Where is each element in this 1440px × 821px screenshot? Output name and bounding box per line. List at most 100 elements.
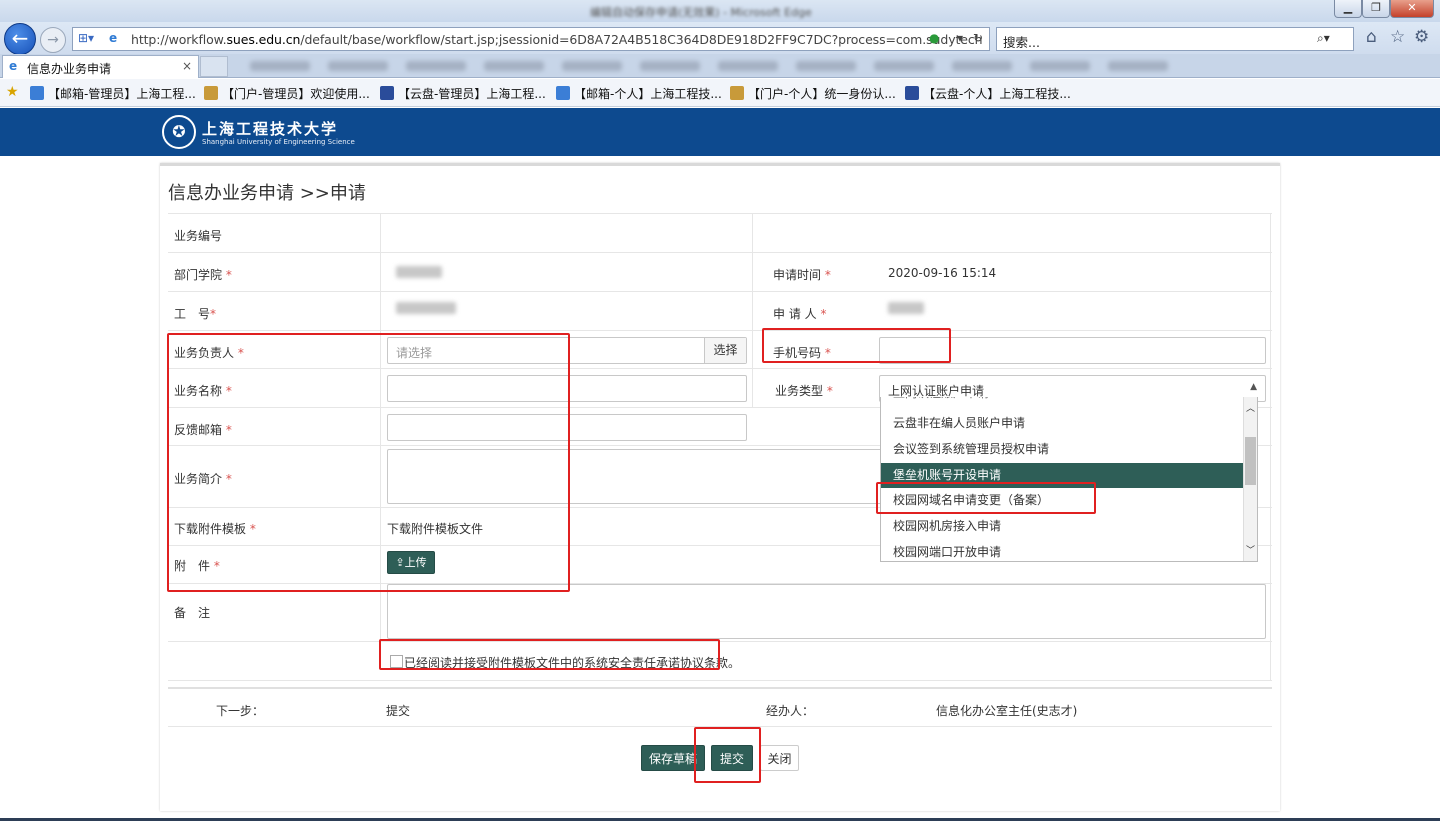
portal-icon [730,86,744,100]
back-button[interactable]: ← [4,23,36,55]
phone-input[interactable] [879,337,1266,364]
dept-label: 部门学院 * [174,268,232,282]
dropdown-option[interactable]: 会议签到系统管理员授权申请 [881,437,1253,462]
favorite-item[interactable]: 【云盘-个人】上海工程技... [905,85,1071,102]
tab-label: 信息办业务申请 [27,62,112,76]
form-row: 业务编号 [168,213,1272,252]
intro-textarea[interactable] [387,449,887,504]
tab-active[interactable]: e 信息办业务申请 × [2,55,199,78]
form-row: 业务负责人 * 请选择 选择 手机号码 * [168,330,1272,368]
favorites-star-icon[interactable]: ☆ [1390,27,1405,47]
compat-status-icon[interactable]: ● [929,31,939,45]
form-row: 已经阅读并接受附件模板文件中的系统安全责任承诺协议条款。 [168,641,1272,681]
next-step-value: 提交 [386,704,411,718]
cloud-icon [380,86,394,100]
owner-input[interactable]: 请选择 选择 [387,337,747,364]
forward-button[interactable]: → [40,27,66,53]
biz-type-label: 业务类型 * [775,384,833,398]
logo-english-name: Shanghai University of Engineering Scien… [202,138,355,146]
applicant-value-redacted [888,302,924,314]
favorites-add-icon[interactable]: ★ [6,84,19,100]
table-divider [1270,213,1271,681]
biz-name-label: 业务名称 * [174,384,232,398]
email-input[interactable] [387,414,747,441]
biz-no-label: 业务编号 [174,229,223,243]
dropdown-option-selected[interactable]: 堡垒机账号开设申请 [881,463,1253,488]
favorite-item[interactable]: 【门户-个人】统一身份认... [730,85,896,102]
favorite-item[interactable]: 【邮箱-管理员】上海工程... [30,85,196,102]
address-bar[interactable]: ⊞▾ e http://workflow.sues.edu.cn/default… [72,27,990,51]
search-input[interactable]: 搜索... [1003,32,1040,51]
home-icon[interactable]: ⌂ [1366,27,1377,47]
upload-icon: ⇪ [395,556,405,569]
minimize-button[interactable]: ▁ [1334,0,1362,18]
biz-type-dropdown[interactable]: 上网认证账户申请 云盘非在编人员账户申请 会议签到系统管理员授权申请 堡垒机账号… [880,397,1258,562]
apply-time-label: 申请时间 * [773,268,831,282]
workflow-row: 下一步： 提交 经办人： 信息化办公室主任(史志才) [168,687,1272,727]
ie-page-icon: e [109,31,118,45]
handler-label: 经办人： [766,704,815,718]
template-label: 下载附件模板 * [174,522,256,536]
select-owner-button[interactable]: 选择 [704,338,746,363]
gear-icon[interactable]: ⚙ [1414,27,1429,47]
template-download-link[interactable]: 下载附件模板文件 [387,520,483,537]
phone-label: 手机号码 * [773,346,831,360]
staff-no-label: 工 号* [174,307,217,321]
logo-chinese-name: 上海工程技术大学 [202,120,339,138]
window-titlebar: 编辑自动保存申请(无效果) - Microsoft Edge ▁ ❐ ✕ [0,0,1440,22]
close-window-button[interactable]: ✕ [1390,0,1434,18]
search-bar[interactable]: 搜索... ⌕▾ [996,27,1354,51]
compat-view-icon[interactable]: ⊞▾ [78,31,94,45]
upload-button[interactable]: ⇪上传 [387,551,435,574]
scrollbar-thumb[interactable] [1245,437,1256,485]
main-panel: 信息办业务申请 >>申请 业务编号 部门学院 * 申请时间 * 2020-09-… [160,163,1280,811]
apply-time-value: 2020-09-16 15:14 [888,266,997,280]
refresh-icon[interactable]: ↻ [973,31,983,45]
dropdown-arrow-icon[interactable]: ▾ [957,31,963,45]
site-header: ✪ 上海工程技术大学 Shanghai University of Engine… [0,108,1440,156]
agree-checkbox[interactable] [390,655,403,668]
blurred-background [250,60,1350,74]
applicant-label: 申 请 人 * [773,307,827,321]
favorite-item[interactable]: 【邮箱-个人】上海工程技... [556,85,722,102]
ie-icon [30,86,44,100]
university-logo-icon: ✪ [162,115,196,149]
favorite-item[interactable]: 【门户-管理员】欢迎使用... [204,85,370,102]
dropdown-option[interactable]: 上网认证账户申请 [881,397,1253,406]
favorite-item[interactable]: 【云盘-管理员】上海工程... [380,85,546,102]
tab-bar: e 信息办业务申请 × [0,54,1440,78]
form-row: 部门学院 * 申请时间 * 2020-09-16 15:14 [168,252,1272,291]
staff-no-value-redacted [396,302,456,314]
address-url[interactable]: http://workflow.sues.edu.cn/default/base… [131,32,983,47]
ie-icon [556,86,570,100]
table-divider [752,213,753,407]
next-step-label: 下一步： [216,704,265,718]
form-row: 备 注 [168,583,1272,641]
new-tab-button[interactable] [200,56,228,77]
dropdown-option[interactable]: 校园网机房接入申请 [881,514,1253,539]
navigation-bar: ← → ⊞▾ e http://workflow.sues.edu.cn/def… [0,22,1440,55]
dropdown-option[interactable]: 云盘非在编人员账户申请 [881,411,1253,436]
arrow-right-icon: → [47,32,59,48]
remark-textarea[interactable] [387,584,1266,639]
close-button[interactable]: 关闭 [760,745,799,771]
maximize-button[interactable]: ❐ [1362,0,1390,18]
agree-text: 已经阅读并接受附件模板文件中的系统安全责任承诺协议条款。 [404,656,741,670]
intro-label: 业务简介 * [174,472,232,486]
tab-close-button[interactable]: × [182,59,192,73]
ie-tab-icon: e [9,59,18,73]
caret-up-icon: ▲ [1250,382,1257,392]
search-icon[interactable]: ⌕▾ [1317,31,1330,46]
chevron-up-icon[interactable]: ︿ [1246,401,1255,414]
biz-name-input[interactable] [387,375,747,402]
dropdown-option[interactable]: 校园网域名申请变更（备案） [881,488,1253,513]
dropdown-scrollbar[interactable]: ︿ ﹀ [1243,397,1257,561]
chevron-down-icon[interactable]: ﹀ [1246,543,1255,556]
owner-label: 业务负责人 * [174,346,244,360]
submit-button[interactable]: 提交 [711,745,753,771]
page-title: 信息办业务申请 >>申请 [168,183,366,204]
save-draft-button[interactable]: 保存草稿 [641,745,705,771]
cloud-icon [905,86,919,100]
portal-icon [204,86,218,100]
dropdown-option[interactable]: 校园网端口开放申请 [881,540,1253,561]
